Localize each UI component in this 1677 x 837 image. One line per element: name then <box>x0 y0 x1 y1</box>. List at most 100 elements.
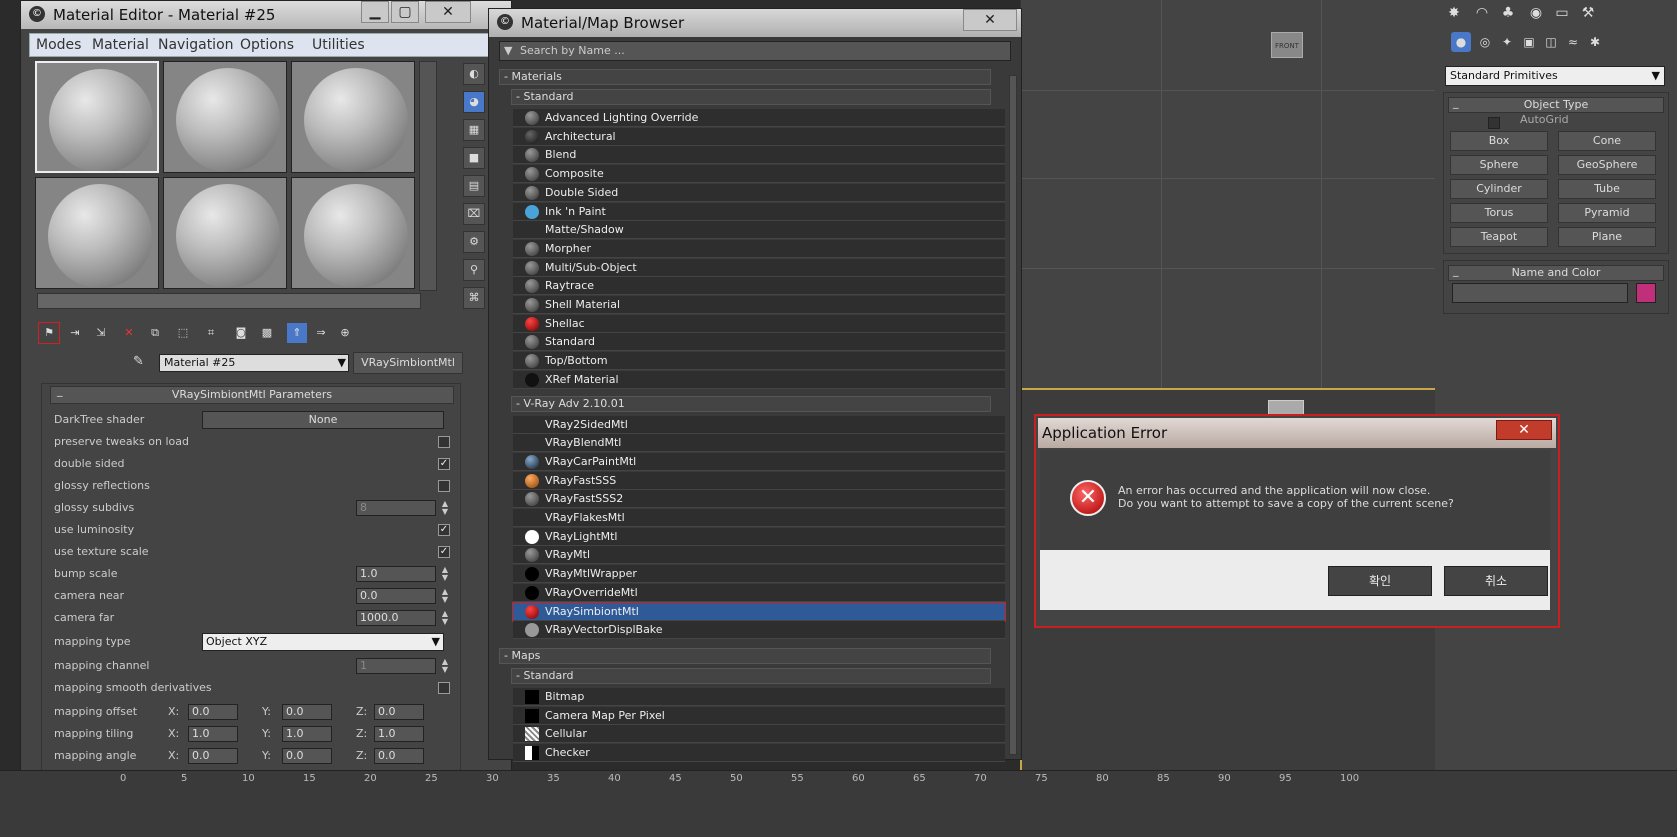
helpers-icon[interactable]: ◫ <box>1541 32 1561 52</box>
object-name-input[interactable] <box>1452 283 1628 303</box>
background-icon[interactable]: ▦ <box>463 119 485 141</box>
display-tab-icon[interactable]: ▭ <box>1551 2 1573 24</box>
menu-utilities[interactable]: Utilities <box>312 37 365 53</box>
material-list-item[interactable]: Multi/Sub-Object <box>513 258 1005 277</box>
spacewarps-icon[interactable]: ≈ <box>1563 32 1583 52</box>
materials-group-header[interactable]: - Materials <box>499 69 991 85</box>
material-list-item[interactable]: VRayFlakesMtl <box>513 509 1005 527</box>
chevron-down-icon[interactable]: ▼ <box>338 356 346 369</box>
material-list-item[interactable]: VRayCarPaintMtl <box>513 452 1005 471</box>
go-to-parent-icon[interactable]: ⇑ <box>287 323 307 343</box>
material-list-item[interactable]: Composite <box>513 165 1005 184</box>
bump-scale-spinner[interactable]: 1.0 <box>356 566 436 582</box>
object-color-swatch[interactable] <box>1636 283 1656 303</box>
modify-tab-icon[interactable]: ◠ <box>1471 2 1493 24</box>
material-slot[interactable] <box>291 61 415 173</box>
eyedropper-icon[interactable]: ✎ <box>133 354 144 369</box>
video-color-check-icon[interactable]: ▤ <box>463 175 485 197</box>
sample-type-icon[interactable]: ◐ <box>463 63 485 85</box>
material-list-item[interactable]: Top/Bottom <box>513 352 1005 371</box>
standard-group-header[interactable]: - Standard <box>511 89 991 105</box>
material-list-item[interactable]: Standard <box>513 333 1005 352</box>
material-list-item[interactable]: VRayMtl <box>513 546 1005 565</box>
ok-button[interactable]: 확인 <box>1328 566 1432 596</box>
material-editor-titlebar[interactable]: © Material Editor - Material #25 ▁ ▢ ✕ <box>21 1 511 29</box>
material-list-item[interactable]: Ink 'n Paint <box>513 202 1005 221</box>
maximize-button[interactable]: ▢ <box>391 1 419 23</box>
material-list-item[interactable]: VRayLightMtl <box>513 527 1005 546</box>
cancel-button[interactable]: 취소 <box>1444 566 1548 596</box>
map-list-item[interactable]: Camera Map Per Pixel <box>513 706 1005 725</box>
spinner-arrows-icon[interactable]: ▲ ▼ <box>440 566 450 582</box>
map-list-item[interactable]: Bitmap <box>513 687 1005 706</box>
material-slot[interactable] <box>35 61 159 173</box>
menu-options[interactable]: Options <box>240 37 294 53</box>
hierarchy-tab-icon[interactable]: ♣ <box>1497 2 1519 24</box>
uv-tiling-icon[interactable]: ■ <box>463 147 485 169</box>
mapping-smooth-checkbox[interactable] <box>438 682 450 694</box>
material-list-item[interactable]: VRayFastSSS <box>513 471 1005 490</box>
object-type-title[interactable]: _ Object Type <box>1448 96 1664 113</box>
maps-group-header[interactable]: - Maps <box>499 647 991 664</box>
maps-standard-group-header[interactable]: - Standard <box>511 667 991 684</box>
browser-scrollbar[interactable] <box>1009 75 1017 755</box>
angle-x-spinner[interactable]: 0.0 <box>188 748 238 764</box>
tube-button[interactable]: Tube <box>1558 179 1656 199</box>
create-tab-icon[interactable]: ✸ <box>1443 2 1465 24</box>
map-list-item[interactable]: Cellular <box>513 725 1005 744</box>
map-list-item[interactable]: Checker <box>513 744 1005 762</box>
search-input[interactable]: ▼ Search by Name ... <box>499 41 1011 61</box>
parameters-title[interactable]: _ VRaySimbiontMtl Parameters <box>50 384 454 404</box>
error-close-button[interactable]: ✕ <box>1496 420 1552 440</box>
material-list-item[interactable]: Shell Material <box>513 296 1005 314</box>
offset-x-spinner[interactable]: 0.0 <box>188 704 238 720</box>
material-list-item[interactable]: VRayBlendMtl <box>513 434 1005 453</box>
lights-icon[interactable]: ✦ <box>1497 32 1517 52</box>
pyramid-button[interactable]: Pyramid <box>1558 203 1656 223</box>
angle-z-spinner[interactable]: 0.0 <box>374 748 424 764</box>
geometry-icon[interactable]: ● <box>1451 32 1471 52</box>
mapping-channel-spinner[interactable]: 1 <box>356 658 436 674</box>
offset-y-spinner[interactable]: 0.0 <box>282 704 332 720</box>
autogrid-checkbox[interactable] <box>1488 117 1500 129</box>
double-sided-checkbox[interactable]: ✓ <box>438 458 450 470</box>
material-list-item[interactable]: VRayMtlWrapper <box>513 565 1005 584</box>
preserve-tweaks-checkbox[interactable] <box>438 436 450 448</box>
primitive-category-dropdown[interactable]: Standard Primitives ▼ <box>1445 66 1665 86</box>
torus-button[interactable]: Torus <box>1450 203 1548 223</box>
options-icon[interactable]: ⚙ <box>463 231 485 253</box>
close-button[interactable]: ✕ <box>425 1 471 23</box>
material-name-input[interactable]: Material #25 ▼ <box>159 354 349 372</box>
darktree-shader-button[interactable]: None <box>202 411 444 429</box>
material-list-item[interactable]: Blend <box>513 146 1005 165</box>
show-in-viewport-icon[interactable]: ◙ <box>231 323 251 343</box>
pick-material-icon[interactable]: ⊕ <box>335 323 355 343</box>
put-to-scene-icon[interactable]: ⇥ <box>65 323 85 343</box>
material-list-item[interactable]: VRay2SidedMtl <box>513 415 1005 434</box>
tiling-z-spinner[interactable]: 1.0 <box>374 726 424 742</box>
material-slot[interactable] <box>163 61 287 173</box>
go-forward-sibling-icon[interactable]: ⇒ <box>311 323 331 343</box>
geosphere-button[interactable]: GeoSphere <box>1558 155 1656 175</box>
material-id-icon[interactable]: ⌗ <box>201 323 221 343</box>
material-list-item[interactable]: VRayFastSSS2 <box>513 490 1005 509</box>
menu-modes[interactable]: Modes <box>36 37 81 53</box>
use-luminosity-checkbox[interactable]: ✓ <box>438 524 450 536</box>
use-texture-scale-checkbox[interactable]: ✓ <box>438 546 450 558</box>
menu-material[interactable]: Material <box>92 37 149 53</box>
browser-titlebar[interactable]: © Material/Map Browser ✕ <box>489 9 1021 37</box>
offset-z-spinner[interactable]: 0.0 <box>374 704 424 720</box>
viewcube-front[interactable]: FRONT <box>1271 32 1303 58</box>
assign-to-selection-icon[interactable]: ⇲ <box>91 323 111 343</box>
material-slot[interactable] <box>163 177 287 289</box>
cameras-icon[interactable]: ▣ <box>1519 32 1539 52</box>
close-button[interactable]: ✕ <box>963 9 1017 31</box>
material-slot[interactable] <box>35 177 159 289</box>
slots-vertical-scrollbar[interactable] <box>419 61 437 291</box>
shapes-icon[interactable]: ◎ <box>1475 32 1495 52</box>
cone-button[interactable]: Cone <box>1558 131 1656 151</box>
material-list-item[interactable]: Matte/Shadow <box>513 221 1005 240</box>
tiling-y-spinner[interactable]: 1.0 <box>282 726 332 742</box>
material-list-item[interactable]: Advanced Lighting Override <box>513 109 1005 127</box>
name-color-title[interactable]: _ Name and Color <box>1448 264 1664 281</box>
